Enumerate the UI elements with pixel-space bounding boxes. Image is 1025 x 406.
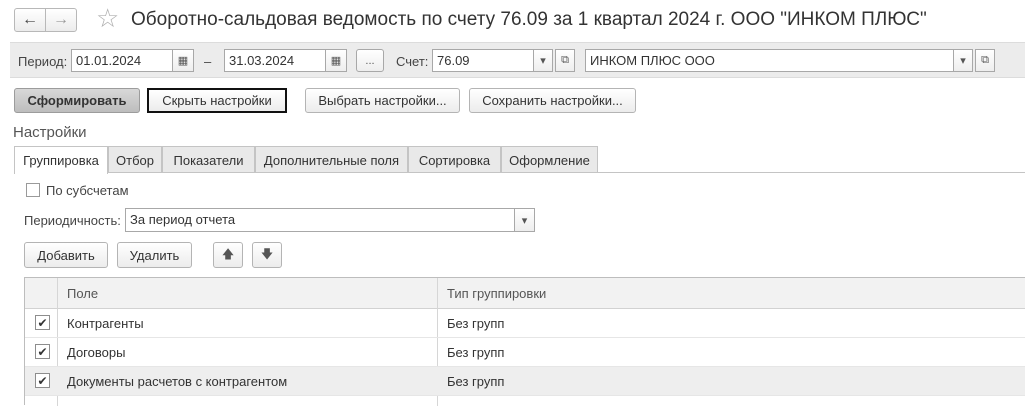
period-label: Период:	[18, 54, 68, 69]
ellipsis-icon: ...	[365, 54, 375, 67]
calendar-from-button[interactable]: ▦	[172, 49, 194, 72]
chevron-down-icon: ▾	[540, 55, 546, 67]
row-checkbox[interactable]: ✔	[35, 373, 50, 388]
chevron-down-icon: ▾	[521, 214, 528, 227]
arrow-left-icon: ←	[22, 11, 38, 28]
row-checkbox[interactable]: ✔	[35, 344, 50, 359]
calendar-icon: ▦	[330, 55, 342, 67]
periodicity-dropdown-button[interactable]: ▾	[514, 208, 535, 232]
back-button[interactable]: ←	[14, 8, 46, 32]
account-label: Счет:	[396, 54, 429, 69]
account-dropdown-button[interactable]: ▾	[533, 49, 553, 72]
favorite-star-icon[interactable]: ☆	[96, 5, 119, 31]
arrow-right-icon: →	[53, 11, 69, 28]
save-settings-button[interactable]: Сохранить настройки...	[469, 88, 636, 113]
tab-grouping[interactable]: Группировка	[14, 146, 108, 174]
by-subaccounts-checkbox[interactable]	[26, 183, 40, 197]
move-down-button[interactable]: 🡇	[252, 242, 282, 268]
forward-button[interactable]: →	[45, 8, 77, 32]
tab-sorting[interactable]: Сортировка	[408, 146, 501, 173]
tab-filter[interactable]: Отбор	[108, 146, 162, 173]
delete-button[interactable]: Удалить	[117, 242, 192, 268]
move-up-button[interactable]: 🡅	[213, 242, 243, 268]
account-open-button[interactable]: ⧉	[555, 49, 575, 72]
checkmark-icon: ✔	[37, 373, 48, 388]
periodicity-field[interactable]: За период отчета	[125, 208, 515, 232]
column-header-grouping-type[interactable]: Тип группировки	[447, 286, 546, 301]
date-from-field[interactable]: 01.01.2024	[71, 49, 173, 72]
hide-settings-button[interactable]: Скрыть настройки	[147, 88, 287, 113]
choose-settings-button[interactable]: Выбрать настройки...	[305, 88, 460, 113]
arrow-down-icon: 🡇	[260, 246, 274, 261]
open-form-icon: ⧉	[561, 54, 569, 66]
page-title: Оборотно-сальдовая ведомость по счету 76…	[131, 9, 927, 30]
table-row[interactable]: ✔ Документы расчетов с контрагентом Без …	[25, 367, 1025, 396]
table-row[interactable]: ✔ Контрагенты Без групп	[25, 309, 1025, 338]
account-field[interactable]: 76.09	[432, 49, 534, 72]
tab-additional-fields[interactable]: Дополнительные поля	[255, 146, 408, 173]
table-header: Поле Тип группировки	[25, 278, 1025, 309]
add-button[interactable]: Добавить	[24, 242, 108, 268]
date-to-field[interactable]: 31.03.2024	[224, 49, 326, 72]
column-header-field[interactable]: Поле	[67, 286, 98, 301]
cell-grouping-type[interactable]: Без групп	[447, 316, 504, 331]
open-form-icon: ⧉	[981, 54, 989, 66]
tab-formatting[interactable]: Оформление	[501, 146, 598, 173]
checkmark-icon: ✔	[37, 315, 48, 330]
cell-field: Документы расчетов с контрагентом	[67, 374, 288, 389]
table-row[interactable]: ✔ Договоры Без групп	[25, 338, 1025, 367]
tabs-divider	[14, 172, 1025, 173]
arrow-up-icon: 🡅	[221, 246, 235, 261]
periodicity-label: Периодичность:	[24, 213, 121, 228]
cell-field: Контрагенты	[67, 316, 144, 331]
parameters-panel: Период: 01.01.2024 ▦ – 31.03.2024 ▦ ... …	[10, 42, 1025, 78]
cell-grouping-type[interactable]: Без групп	[447, 374, 504, 389]
organization-field[interactable]: ИНКОМ ПЛЮС ООО	[585, 49, 954, 72]
choose-period-button[interactable]: ...	[356, 49, 384, 72]
chevron-down-icon: ▾	[960, 55, 966, 67]
calendar-icon: ▦	[177, 55, 189, 67]
cell-grouping-type[interactable]: Без групп	[447, 345, 504, 360]
grouping-table: Поле Тип группировки ✔ Контрагенты Без г…	[24, 277, 1025, 406]
tab-indicators[interactable]: Показатели	[162, 146, 255, 173]
cell-field: Договоры	[67, 345, 126, 360]
by-subaccounts-label: По субсчетам	[46, 183, 129, 198]
organization-dropdown-button[interactable]: ▾	[953, 49, 973, 72]
organization-open-button[interactable]: ⧉	[975, 49, 995, 72]
row-checkbox[interactable]: ✔	[35, 315, 50, 330]
checkmark-icon: ✔	[37, 344, 48, 359]
period-dash: –	[204, 54, 212, 69]
calendar-to-button[interactable]: ▦	[325, 49, 347, 72]
generate-button[interactable]: Сформировать	[14, 88, 140, 113]
settings-title: Настройки	[13, 124, 87, 141]
